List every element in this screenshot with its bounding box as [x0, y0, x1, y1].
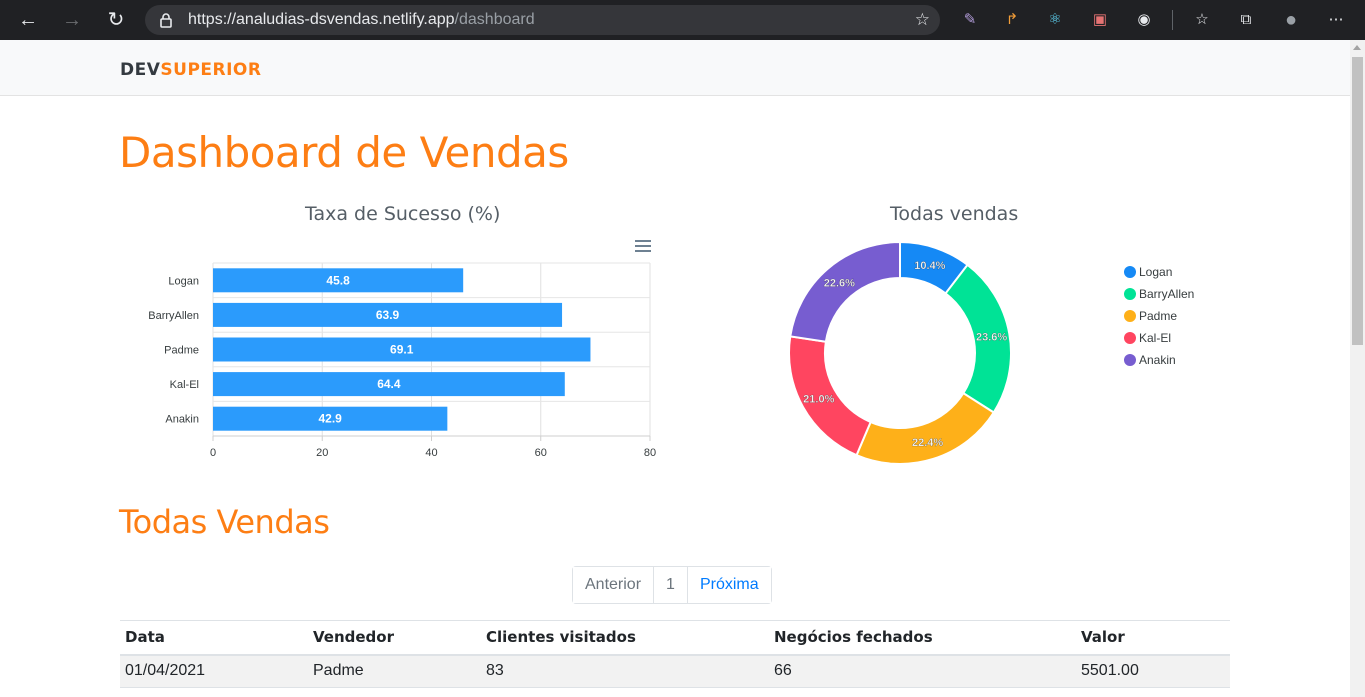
legend-label: BarryAllen: [1139, 287, 1195, 301]
collections-icon[interactable]: ⧉: [1236, 10, 1256, 30]
brand-part2: SUPERIOR: [160, 60, 262, 80]
category-label: BarryAllen: [148, 310, 199, 322]
x-tick-label: 0: [210, 447, 216, 459]
slice-value-label: 22.4%: [912, 437, 943, 449]
legend-dot: [1124, 288, 1136, 300]
pagination: Anterior 1 Próxima: [572, 566, 772, 604]
url-path: /dashboard: [454, 11, 535, 28]
table-cell: 83: [481, 654, 769, 688]
bar-value-label: 42.9: [318, 412, 342, 426]
x-tick-label: 60: [535, 447, 547, 459]
column-header: Negócios fechados: [769, 620, 1076, 656]
donut-slice: [789, 240, 901, 343]
pagination-page-button[interactable]: 1: [654, 567, 688, 603]
page-title: Dashboard de Vendas: [119, 128, 569, 177]
column-header: Clientes visitados: [481, 620, 769, 656]
donut-slice: [855, 391, 996, 465]
category-label: Kal-El: [170, 379, 199, 391]
legend-label: Logan: [1139, 265, 1173, 279]
column-header: Vendedor: [308, 620, 481, 656]
legend-dot: [1124, 332, 1136, 344]
extension-pen-icon[interactable]: ✎: [960, 10, 980, 30]
url-text[interactable]: https://analudias-dsvendas.netlify.app/d…: [188, 11, 535, 29]
table-cell: 66: [769, 654, 1076, 688]
chart-menu-icon[interactable]: [635, 240, 651, 252]
slice-value-label: 22.6%: [824, 277, 855, 289]
table-cell: 01/04/2021: [120, 654, 308, 688]
category-label: Logan: [168, 275, 199, 287]
extension-git-icon[interactable]: ↱: [1002, 10, 1022, 30]
back-icon[interactable]: ←: [16, 8, 40, 32]
bar-chart: 45.8 Logan 63.9 BarryAllen 69.1 Padme 64.4 Kal-…: [148, 262, 656, 459]
donut-legend: Logan BarryAllen Padme Kal-El Anakin: [1124, 261, 1194, 371]
table-header-row: Data Vendedor Clientes visitados Negócio…: [120, 620, 1230, 656]
x-tick-label: 20: [316, 447, 328, 459]
bar-chart-title: Taxa de Sucesso (%): [305, 203, 501, 225]
page-viewport: DEVSUPERIOR Dashboard de Vendas Taxa de …: [0, 40, 1350, 697]
legend-item[interactable]: Kal-El: [1124, 327, 1194, 349]
donut-chart-title: Todas vendas: [890, 203, 1019, 225]
legend-label: Padme: [1139, 309, 1178, 323]
reload-icon[interactable]: ↻: [104, 8, 128, 32]
legend-item[interactable]: Padme: [1124, 305, 1194, 327]
react-devtools-icon[interactable]: ⚛: [1045, 10, 1065, 30]
category-label: Anakin: [165, 414, 199, 426]
profile-avatar-icon[interactable]: ●: [1281, 10, 1301, 30]
toolbar-separator: [1172, 10, 1173, 30]
pagination-next-button[interactable]: Próxima: [687, 567, 771, 603]
table-cell: 5501.00: [1076, 654, 1230, 688]
x-tick-label: 80: [644, 447, 656, 459]
column-header: Data: [120, 620, 308, 656]
legend-dot: [1124, 310, 1136, 322]
category-label: Padme: [164, 345, 199, 357]
bar-value-label: 64.4: [377, 377, 401, 391]
x-tick-label: 40: [425, 447, 437, 459]
favorites-icon[interactable]: ☆: [1192, 10, 1212, 30]
address-bar[interactable]: https://analudias-dsvendas.netlify.app/d…: [145, 5, 940, 35]
bar-value-label: 69.1: [390, 343, 414, 357]
bar-value-label: 63.9: [376, 308, 400, 322]
legend-item[interactable]: Logan: [1124, 261, 1194, 283]
pagination-prev-button[interactable]: Anterior: [573, 567, 655, 603]
brand-part1: DEV: [120, 60, 161, 80]
scroll-up-icon[interactable]: [1353, 45, 1361, 50]
column-header: Valor: [1076, 620, 1230, 656]
favorite-star-icon[interactable]: ☆: [915, 10, 930, 30]
legend-dot: [1124, 266, 1136, 278]
site-navbar: DEVSUPERIOR: [0, 40, 1350, 96]
slice-value-label: 10.4%: [914, 260, 945, 272]
forward-icon[interactable]: →: [60, 8, 84, 32]
table-cell: Padme: [308, 654, 481, 688]
lock-icon: [160, 13, 172, 28]
slice-value-label: 21.0%: [803, 393, 834, 405]
sales-table: Data Vendedor Clientes visitados Negócio…: [120, 620, 1230, 688]
slice-value-label: 23.6%: [976, 332, 1007, 344]
extension-red-icon[interactable]: ▣: [1090, 10, 1110, 30]
legend-dot: [1124, 354, 1136, 366]
section-title: Todas Vendas: [119, 503, 330, 541]
page-scrollbar[interactable]: [1350, 40, 1365, 697]
legend-item[interactable]: BarryAllen: [1124, 283, 1194, 305]
legend-label: Kal-El: [1139, 331, 1172, 345]
scrollbar-thumb[interactable]: [1352, 57, 1363, 345]
extension-circle-icon[interactable]: ◉: [1134, 10, 1154, 30]
menu-more-icon[interactable]: ⋯: [1326, 10, 1346, 30]
bar-value-label: 45.8: [326, 273, 350, 287]
legend-label: Anakin: [1139, 353, 1176, 367]
brand-logo[interactable]: DEVSUPERIOR: [120, 60, 261, 80]
legend-item[interactable]: Anakin: [1124, 349, 1194, 371]
url-host: https://analudias-dsvendas.netlify.app: [188, 11, 455, 28]
table-row: 01/04/2021 Padme 83 66 5501.00: [120, 654, 1230, 688]
browser-toolbar: ← → ↻ https://analudias-dsvendas.netlify…: [0, 0, 1365, 40]
donut-chart: 10.4% 23.6% 22.4% 21.0% 22.6%: [788, 240, 1012, 465]
